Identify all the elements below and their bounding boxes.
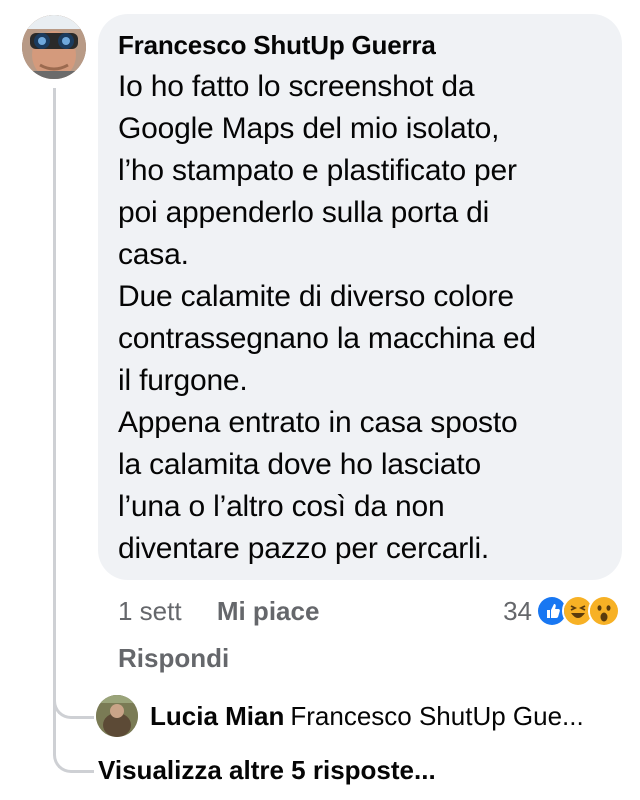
comment-timestamp[interactable]: 1 sett — [118, 596, 182, 626]
comment-text-line: casa. — [118, 238, 189, 271]
comment-text-line: poi appenderlo sulla porta di — [118, 196, 490, 229]
reply-preview-row[interactable]: Lucia Mian Francesco ShutUp Gue... — [150, 698, 584, 734]
comment-text: Io ho fatto lo screenshot da Google Maps… — [118, 66, 602, 570]
wow-icon — [588, 595, 620, 627]
thread-line — [53, 88, 56, 748]
comment-text-line: il furgone. — [118, 364, 248, 397]
comment-text-line: Appena entrato in casa sposto — [118, 406, 518, 439]
comment-text-line: la calamita dove ho lasciato — [118, 448, 481, 481]
author-avatar-image — [22, 15, 86, 79]
comment-text-line: Google Maps del mio isolato, — [118, 112, 500, 145]
reaction-count: 34 — [503, 595, 532, 626]
reactions-summary[interactable]: 34 — [503, 593, 620, 629]
comment-text-line: l’una o l’altro così da non — [118, 490, 445, 523]
comment-text-line: Io ho fatto lo screenshot da — [118, 70, 475, 103]
comment-text-line: l’ho stampato e plastificato per — [118, 154, 517, 187]
view-more-replies-link[interactable]: Visualizza altre 5 risposte... — [98, 752, 436, 788]
comment-text-line: Due calamite di diverso colore — [118, 280, 514, 313]
reply-connector — [53, 686, 94, 719]
reply-preview-text: Francesco ShutUp Gue... — [290, 701, 584, 731]
comment-meta: 1 sett Mi piace — [118, 593, 319, 629]
more-replies-connector — [53, 740, 94, 773]
comment-author-name[interactable]: Francesco ShutUp Guerra — [118, 28, 602, 62]
reply-author-avatar[interactable] — [96, 695, 138, 737]
reply-avatar-image — [96, 695, 138, 737]
comment-bubble: Francesco ShutUp Guerra Io ho fatto lo s… — [98, 14, 622, 580]
comment-text-line: contrassegnano la macchina ed — [118, 322, 536, 355]
reply-author-name[interactable]: Lucia Mian — [150, 701, 284, 731]
comment-text-line: diventare pazzo per cercarli. — [118, 532, 490, 565]
author-avatar[interactable] — [22, 15, 86, 79]
reply-button[interactable]: Rispondi — [118, 640, 229, 676]
like-button[interactable]: Mi piace — [217, 596, 320, 626]
